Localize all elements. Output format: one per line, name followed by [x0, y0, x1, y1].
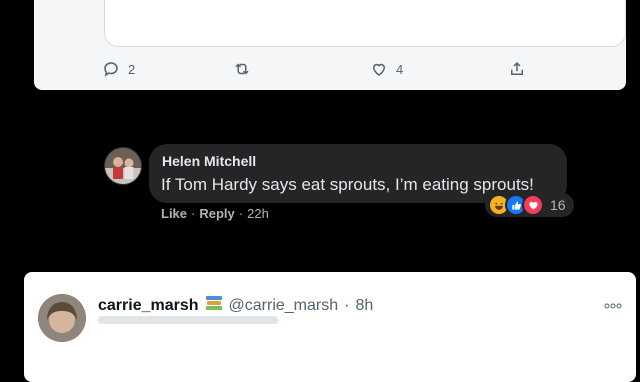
tweet-embedded-content [104, 0, 626, 47]
reply-icon [104, 62, 118, 77]
tweet-card-top: 2 4 [34, 0, 626, 90]
reaction-count: 16 [550, 197, 566, 213]
reply-link[interactable]: Reply [199, 206, 234, 221]
like-count: 4 [396, 61, 404, 77]
tweet-header: carrie_marsh @carrie_marsh · 8h [98, 294, 373, 317]
comment-actions: Like · Reply · 22h [161, 206, 269, 221]
avatar-photo [105, 148, 141, 184]
avatar[interactable] [104, 147, 142, 185]
meta-separator: · [238, 206, 244, 221]
reply-action[interactable]: 2 [102, 60, 135, 78]
header-separator: · [344, 296, 350, 314]
meta-separator: · [191, 206, 196, 221]
retweet-action[interactable] [233, 60, 251, 78]
share-icon [511, 61, 523, 75]
like-action[interactable]: 4 [370, 60, 403, 78]
avatar[interactable] [38, 294, 86, 342]
tweet-action-bar: 2 4 [34, 60, 626, 82]
books-icon [205, 294, 223, 317]
reply-count: 2 [128, 61, 136, 77]
comment-author[interactable]: Helen Mitchell [162, 153, 256, 169]
reactions-summary[interactable]: 16 [485, 193, 574, 217]
retweet-icon [235, 63, 249, 75]
share-action[interactable] [508, 60, 526, 78]
avatar-photo [38, 294, 86, 342]
comment-text: If Tom Hardy says eat sprouts, I’m eatin… [161, 175, 534, 194]
user-handle[interactable]: @carrie_marsh [229, 297, 339, 315]
love-reaction-icon [522, 194, 544, 216]
heart-icon [372, 63, 386, 76]
display-name[interactable]: carrie_marsh [98, 297, 199, 315]
tweet-card-bottom: carrie_marsh @carrie_marsh · 8h [24, 272, 636, 382]
tweet-timestamp[interactable]: 8h [355, 297, 373, 315]
tweet-text-cropped [98, 316, 278, 324]
like-link[interactable]: Like [161, 206, 187, 221]
more-options-icon[interactable] [604, 298, 622, 309]
comment-timestamp[interactable]: 22h [247, 206, 269, 221]
